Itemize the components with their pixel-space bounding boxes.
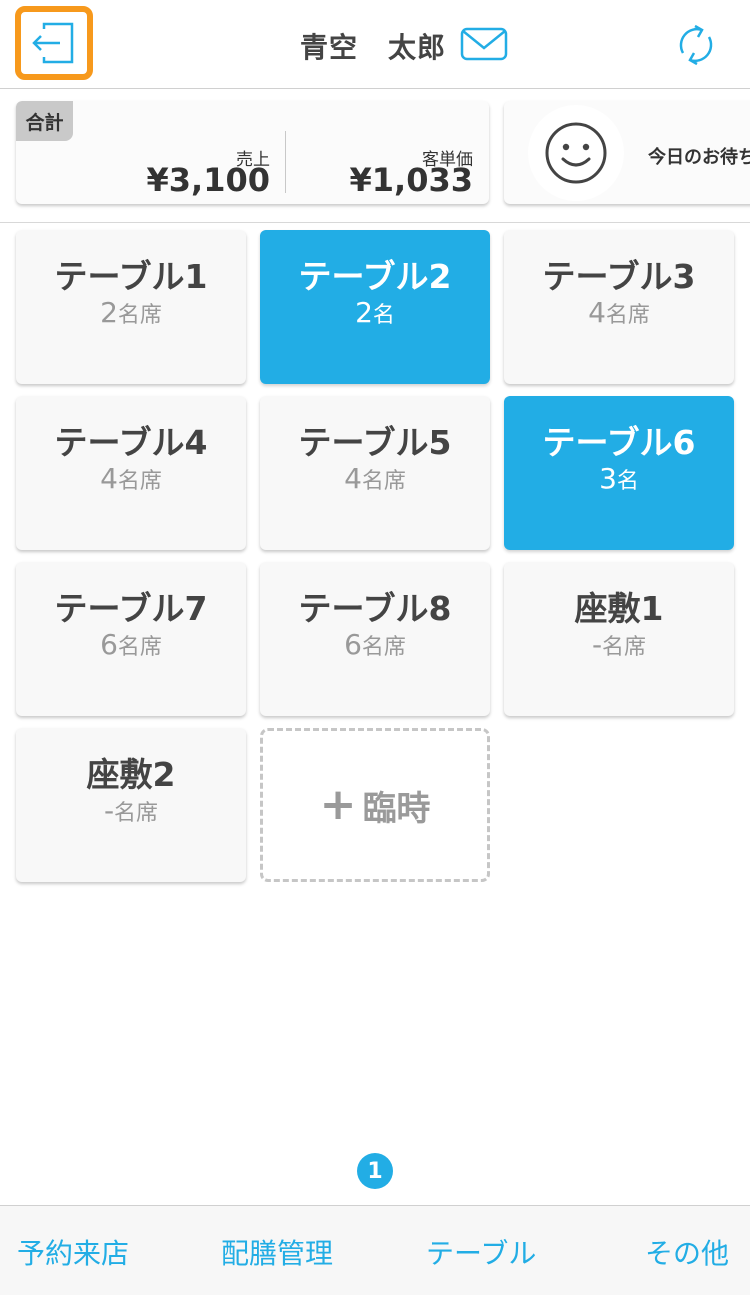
sales-value: ¥3,100 <box>146 161 270 199</box>
user-given-name: 太郎 <box>388 31 447 64</box>
seat-unit: 名席 <box>605 303 650 328</box>
refresh-icon <box>679 24 713 66</box>
table-name: テーブル1 <box>54 257 208 296</box>
temp-table-label: 臨時 <box>362 788 431 829</box>
table-seat: 4名席 <box>504 296 734 329</box>
table-name: テーブル5 <box>298 423 452 462</box>
table-seat: 3名 <box>504 462 734 495</box>
table-name: 座敷1 <box>574 589 664 628</box>
avg-price-value: ¥1,033 <box>349 161 473 199</box>
page-indicator[interactable]: 1 <box>357 1153 393 1189</box>
logout-button[interactable] <box>15 6 93 80</box>
seat-count: 3 <box>599 462 617 495</box>
table-seat: 2名席 <box>16 296 246 329</box>
tab-table[interactable]: テーブル <box>426 1232 536 1272</box>
seat-count: 2 <box>100 296 118 329</box>
seat-count: 4 <box>100 462 118 495</box>
seat-unit: 名席 <box>117 303 162 328</box>
add-temp-table-button[interactable]: + 臨時 <box>260 728 490 882</box>
seat-count: 4 <box>588 296 606 329</box>
summary-strip: 合計 売上 ¥3,100 客単価 ¥1,033 今日のお待ち <box>0 89 750 223</box>
seat-unit: 名席 <box>361 469 406 494</box>
tab-other[interactable]: その他 <box>645 1232 729 1272</box>
table-name: テーブル7 <box>54 589 208 628</box>
bottom-tab-bar: 予約来店 配膳管理 テーブル その他 <box>0 1205 750 1295</box>
mail-icon[interactable] <box>460 26 508 62</box>
seat-unit: 名席 <box>117 635 162 660</box>
user-family-name: 青空 <box>300 31 359 64</box>
table-name: 座敷2 <box>86 755 176 794</box>
table-card[interactable]: テーブル3 4名席 <box>504 230 734 384</box>
seat-count: - <box>591 628 603 661</box>
seat-count: 4 <box>344 462 362 495</box>
user-name: 青空 太郎 <box>300 26 446 66</box>
waiting-label: 今日のお待ち <box>648 147 750 168</box>
seat-count: 6 <box>100 628 118 661</box>
table-card[interactable]: 座敷2 -名席 <box>16 728 246 882</box>
table-card[interactable]: テーブル6 3名 <box>504 396 734 550</box>
table-seat: -名席 <box>504 628 734 661</box>
table-name: テーブル2 <box>298 257 452 296</box>
table-name: テーブル3 <box>542 257 696 296</box>
table-seat: 6名席 <box>260 628 490 661</box>
table-seat: 2名 <box>260 296 490 329</box>
seat-unit: 名 <box>372 303 395 328</box>
logout-icon <box>32 22 74 64</box>
tab-reservation[interactable]: 予約来店 <box>17 1232 129 1272</box>
refresh-button[interactable] <box>668 20 724 70</box>
table-card[interactable]: テーブル5 4名席 <box>260 396 490 550</box>
seat-unit: 名席 <box>114 801 159 826</box>
seat-unit: 名席 <box>361 635 406 660</box>
seat-count: - <box>103 794 115 827</box>
card-divider <box>285 131 286 193</box>
total-summary-card: 合計 売上 ¥3,100 客単価 ¥1,033 <box>16 101 489 204</box>
waiting-card[interactable]: 今日のお待ち <box>504 101 750 204</box>
seat-count: 6 <box>344 628 362 661</box>
seat-count: 2 <box>355 296 373 329</box>
plus-icon: + <box>319 779 357 830</box>
seat-unit: 名席 <box>602 635 647 660</box>
table-name: テーブル6 <box>542 423 696 462</box>
header-bar: 青空 太郎 <box>0 0 750 89</box>
tab-serving[interactable]: 配膳管理 <box>221 1232 333 1272</box>
table-card[interactable]: 座敷1 -名席 <box>504 562 734 716</box>
table-card[interactable]: テーブル7 6名席 <box>16 562 246 716</box>
table-seat: 6名席 <box>16 628 246 661</box>
table-seat: 4名席 <box>260 462 490 495</box>
seat-unit: 名 <box>616 469 639 494</box>
table-seat: -名席 <box>16 794 246 827</box>
table-name: テーブル8 <box>298 589 452 628</box>
table-name: テーブル4 <box>54 423 208 462</box>
table-card[interactable]: テーブル2 2名 <box>260 230 490 384</box>
total-badge: 合計 <box>16 101 73 141</box>
seat-unit: 名席 <box>117 469 162 494</box>
smiley-icon <box>545 122 607 184</box>
table-card[interactable]: テーブル4 4名席 <box>16 396 246 550</box>
smiley-avatar <box>528 105 624 201</box>
table-card[interactable]: テーブル8 6名席 <box>260 562 490 716</box>
table-seat: 4名席 <box>16 462 246 495</box>
table-card[interactable]: テーブル1 2名席 <box>16 230 246 384</box>
